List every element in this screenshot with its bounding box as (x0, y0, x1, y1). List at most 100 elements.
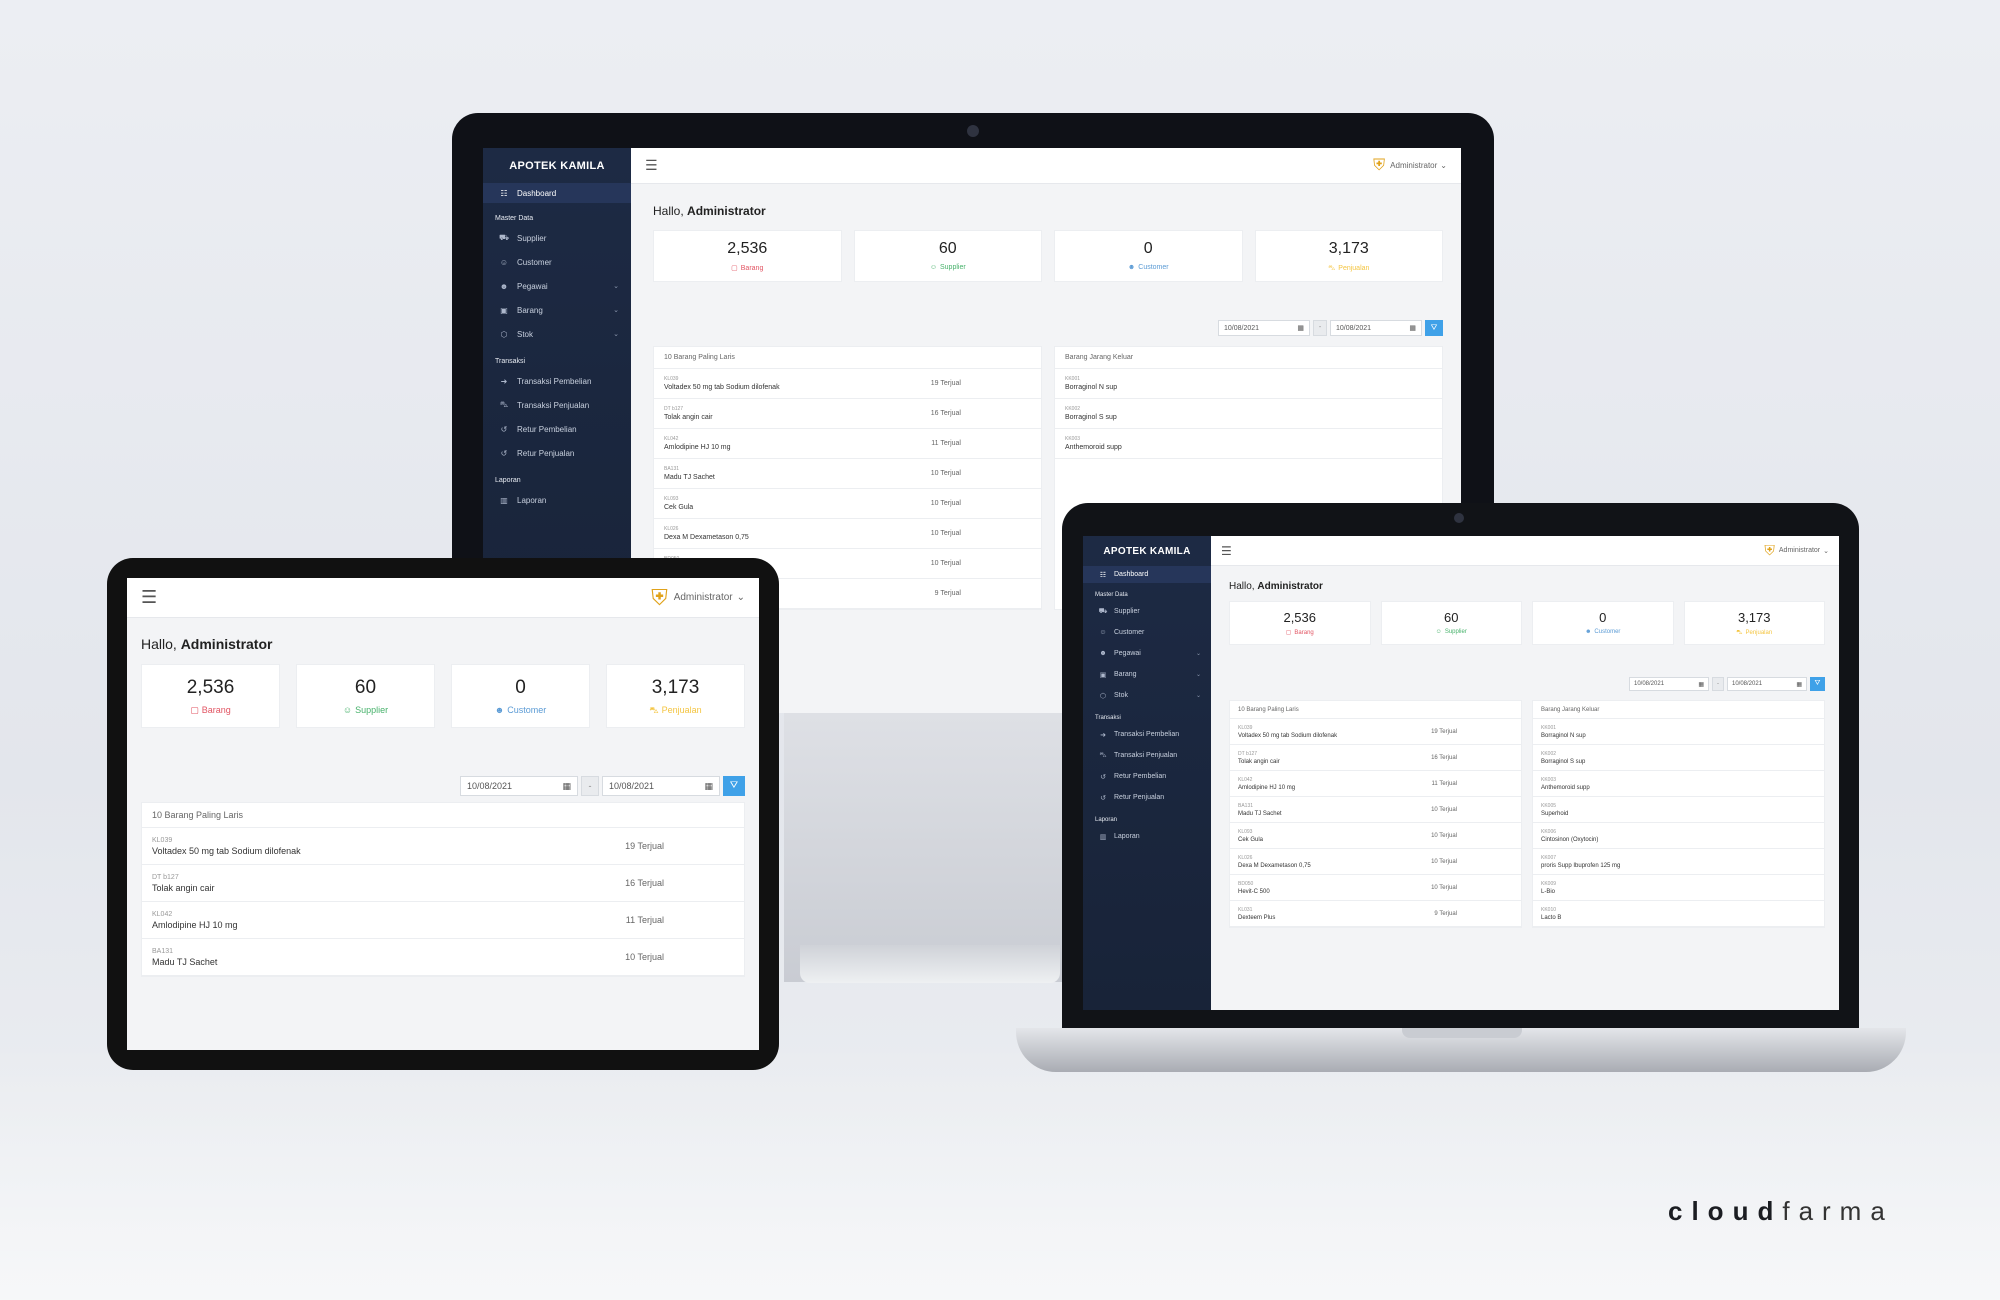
sidebar-item-laporan[interactable]: ▥ Laporan (1083, 826, 1211, 847)
list-item[interactable]: KK001 Borraginol N sup (1533, 719, 1824, 746)
sidebar-item-pegawai[interactable]: ☻ Pegawai ⌄ (483, 274, 631, 298)
item-info: KK002 Borraginol S sup (1541, 751, 1585, 765)
list-item[interactable]: KK010 Lacto B (1533, 901, 1824, 928)
date-to-input[interactable]: 10/08/2021 ▦ (1727, 677, 1807, 691)
sidebar-item-pegawai[interactable]: ☻ Pegawai ⌄ (1083, 643, 1211, 664)
item-code: KL039 (152, 836, 173, 844)
menu-icon[interactable]: ☰ (1221, 544, 1232, 558)
list-item[interactable]: DT b127 Tolak angin cair 16 Terjual (142, 865, 744, 902)
list-item[interactable]: KL031Dexteem Plus 9 Terjual (1230, 901, 1521, 928)
item-name: L-Bio (1541, 888, 1556, 895)
sidebar-item-stok[interactable]: ⬡ Stok ⌄ (1083, 685, 1211, 706)
greeting: Hallo, Administrator (1211, 566, 1839, 592)
date-value: 10/08/2021 (467, 781, 513, 791)
item-name: Anthemoroid supp (1541, 784, 1590, 791)
list-item[interactable]: KK003 Anthemoroid supp (1533, 771, 1824, 798)
sidebar-item-barang[interactable]: ▣ Barang ⌄ (1083, 664, 1211, 685)
list-item[interactable]: KK002 Borraginol S sup (1533, 745, 1824, 772)
chevron-down-icon: ⌄ (1823, 547, 1829, 555)
sidebar-item-barang[interactable]: ▣ Barang ⌄ (483, 298, 631, 322)
calendar-icon: ▦ (704, 780, 713, 791)
camera (1454, 513, 1464, 523)
date-to-input[interactable]: 10/08/2021 ▦ (1330, 320, 1422, 336)
filter-button[interactable]: ⛛ (1810, 677, 1825, 691)
item-info: DT b127 Tolak angin cair (664, 406, 713, 421)
menu-icon[interactable]: ☰ (141, 587, 157, 608)
stat-value: 0 (1599, 609, 1607, 625)
item-name: Borraginol N sup (1541, 732, 1586, 739)
sidebar-item-transaksi-pembelian[interactable]: ➜ Transaksi Pembelian (1083, 724, 1211, 745)
sidebar-item-retur-penjualan[interactable]: ↺ Retur Penjualan (1083, 787, 1211, 808)
date-to-input[interactable]: 10/08/2021 ▦ (602, 776, 720, 796)
list-item[interactable]: KK009 L-Bio (1533, 875, 1824, 902)
item-code: BA131 (664, 466, 680, 472)
sliders-icon: ☷ (1099, 571, 1107, 579)
sidebar-item-retur-penjualan[interactable]: ↺ Retur Penjualan (483, 441, 631, 465)
stat-value: 60 (938, 240, 957, 258)
sidebar-item-laporan[interactable]: ▥ Laporan (483, 488, 631, 512)
sidebar-item-stok[interactable]: ⬡ Stok ⌄ (483, 322, 631, 346)
wordmark-bold: cloud (1668, 1196, 1783, 1226)
list-item[interactable]: BA131 Madu TJ Sachet 10 Terjual (142, 939, 744, 976)
main-content: ☰ ⛨ Administrator ⌄ Hallo, Administrator 2… (1211, 536, 1839, 1010)
list-item[interactable]: KL026 Dexa M Dexametason 0,75 10 Terjual (1230, 849, 1521, 876)
date-from-input[interactable]: 10/08/2021 ▦ (1218, 320, 1310, 336)
sidebar-item-supplier[interactable]: ⛟ Supplier (483, 226, 631, 250)
list-item[interactable]: KL093 Cek Gula 10 Terjual (1230, 823, 1521, 850)
list-item[interactable]: KK006 Cintosinon (Oxytocin) (1533, 823, 1824, 850)
list-item[interactable]: KL039 Voltadex 50 mg tab Sodium dilofenak… (142, 828, 744, 865)
list-item[interactable]: KL042 Amlodipine HJ 10 mg 11 Terjual (1230, 771, 1521, 798)
list-item[interactable]: KK005 Superhoid (1533, 797, 1824, 824)
panel-title: 10 Barang Paling Laris (142, 803, 744, 828)
item-code: KL093 (1238, 828, 1253, 835)
item-info: KL042 Amlodipine HJ 10 mg (1238, 777, 1295, 791)
filter-button[interactable]: ⛛ (723, 776, 745, 796)
filter-button[interactable]: ⛛ (1425, 320, 1443, 336)
item-info: KK001 Borraginol N sup (1065, 376, 1117, 391)
list-item[interactable]: BA131 Madu TJ Sachet 10 Terjual (654, 459, 1041, 489)
sidebar-item-transaksi-pembelian[interactable]: ➜ Transaksi Pembelian (483, 369, 631, 393)
sidebar-item-retur-pembelian[interactable]: ↺ Retur Pembelian (483, 417, 631, 441)
list-item[interactable]: KL093 Cek Gula 10 Terjual (654, 489, 1041, 519)
list-item[interactable]: KK007 proris Supp Ibuprofen 125 mg (1533, 849, 1824, 876)
list-item[interactable]: KL039 Voltadex 50 mg tab Sodium dilofenak… (1230, 719, 1521, 746)
sidebar-item-transaksi-penjualan[interactable]: ⛍ Transaksi Penjualan (483, 393, 631, 417)
list-item[interactable]: KK002 Borraginol S sup (1055, 399, 1442, 429)
menu-icon[interactable]: ☰ (645, 157, 658, 174)
users-icon: ☺ (499, 257, 509, 267)
panel-title: 10 Barang Paling Laris (654, 347, 1041, 369)
date-from-input[interactable]: 10/08/2021 ▦ (1629, 677, 1709, 691)
item-info: BA131 Madu TJ Sachet (664, 466, 715, 481)
user-menu[interactable]: ⛨ Administrator ⌄ (1764, 542, 1829, 559)
sidebar-item-dashboard[interactable]: ☷ Dashboard (1083, 566, 1211, 583)
user-menu[interactable]: ⛨ Administrator ⌄ (651, 585, 745, 611)
user-menu[interactable]: ⛨ Administrator ⌄ (1373, 157, 1447, 175)
date-from-input[interactable]: 10/08/2021 ▦ (460, 776, 578, 796)
greeting-prefix: Hallo, (141, 636, 177, 652)
list-item[interactable]: KK001 Borraginol N sup (1055, 369, 1442, 399)
list-item[interactable]: KL039 Voltadex 50 mg tab Sodium dilofenak… (654, 369, 1041, 399)
list-item[interactable]: KK003 Anthemoroid supp (1055, 429, 1442, 459)
item-name: Tolak angin cair (1238, 758, 1280, 765)
sidebar-item-customer[interactable]: ☺ Customer (1083, 622, 1211, 643)
list-item[interactable]: BA131 Madu TJ Sachet 10 Terjual (1230, 797, 1521, 824)
list-item[interactable]: DT b127 Tolak angin cair 16 Terjual (1230, 745, 1521, 772)
list-item[interactable]: KL042 Amlodipine HJ 10 mg 11 Terjual (654, 429, 1041, 459)
list-item[interactable]: BD050Hevit-C 500 10 Terjual (1230, 875, 1521, 902)
main-content: ☰ ⛨ Administrator ⌄ Hallo, Administrator 2… (127, 578, 759, 1050)
list-item[interactable]: KL026 Dexa M Dexametason 0,75 10 Terjual (654, 519, 1041, 549)
sidebar-item-retur-pembelian[interactable]: ↺ Retur Pembelian (1083, 766, 1211, 787)
list-item[interactable]: KL042 Amlodipine HJ 10 mg 11 Terjual (142, 902, 744, 939)
sidebar-item-dashboard[interactable]: ☷ Dashboard (483, 183, 631, 203)
date-separator: - (1313, 320, 1327, 336)
list-item[interactable]: DT b127 Tolak angin cair 16 Terjual (654, 399, 1041, 429)
sidebar-item-label: Customer (517, 257, 552, 267)
sidebar-item-supplier[interactable]: ⛟ Supplier (1083, 601, 1211, 622)
monitor-chin (784, 700, 1064, 982)
item-sold-count: 16 Terjual (625, 878, 664, 888)
sidebar-item-transaksi-penjualan[interactable]: ⛍ Transaksi Penjualan (1083, 745, 1211, 766)
item-info: BD050Hevit-C 500 (1238, 881, 1270, 895)
sidebar-item-customer[interactable]: ☺ Customer (483, 250, 631, 274)
item-sold-count: 9 Terjual (1434, 910, 1457, 917)
sidebar-item-label: Retur Pembelian (1114, 773, 1167, 780)
